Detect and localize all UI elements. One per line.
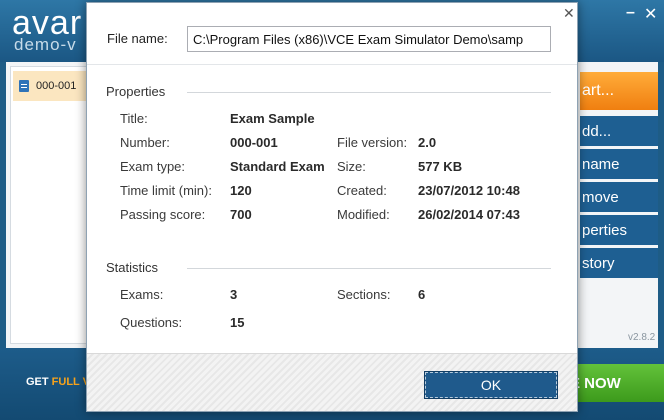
title-value: Exam Sample <box>230 111 315 126</box>
questions-label: Questions: <box>120 315 183 330</box>
version-label: v2.8.2 <box>628 332 656 343</box>
promo-text[interactable]: GET FULL V <box>26 376 90 388</box>
title-label: Title: <box>120 111 148 126</box>
window-close-icon[interactable]: ✕ <box>644 4 657 24</box>
ok-button[interactable]: OK <box>424 371 558 399</box>
minimize-icon[interactable]: – <box>626 4 635 22</box>
questions-value: 15 <box>230 315 245 330</box>
add-button[interactable]: dd... <box>580 116 658 146</box>
created-value: 23/07/2012 10:48 <box>418 183 520 198</box>
exam-type-value: Standard Exam <box>230 159 325 174</box>
modified-label: Modified: <box>337 207 390 222</box>
promo-prefix: GET <box>26 376 52 388</box>
sections-value: 6 <box>418 287 426 302</box>
remove-button[interactable]: move <box>580 182 658 212</box>
history-button[interactable]: story <box>580 248 658 278</box>
time-limit-label: Time limit (min): <box>120 183 212 198</box>
dialog-footer: OK <box>87 353 577 411</box>
time-limit-value: 120 <box>230 183 252 198</box>
promo-highlight: FULL V <box>51 376 90 388</box>
passing-score-label: Passing score: <box>120 207 206 222</box>
app-logo: avar demo-v <box>12 6 82 53</box>
file-version-label: File version: <box>337 135 408 150</box>
size-label: Size: <box>337 159 366 174</box>
file-name-label: File name: <box>107 31 168 46</box>
list-item[interactable]: 000-001 <box>13 71 93 101</box>
statistics-divider <box>187 268 551 269</box>
number-label: Number: <box>120 135 170 150</box>
file-version-value: 2.0 <box>418 135 437 150</box>
exam-list[interactable]: 000-001 <box>10 66 96 344</box>
properties-section-title: Properties <box>106 84 166 99</box>
exams-value: 3 <box>230 287 238 302</box>
file-name-row: File name: <box>87 3 577 65</box>
exams-label: Exams: <box>120 287 164 302</box>
modified-value: 26/02/2014 07:43 <box>418 207 520 222</box>
passing-score-value: 700 <box>230 207 252 222</box>
sections-label: Sections: <box>337 287 391 302</box>
exam-type-label: Exam type: <box>120 159 186 174</box>
file-name-input[interactable] <box>187 26 551 52</box>
properties-divider <box>187 92 551 93</box>
file-icon <box>19 80 29 92</box>
properties-dialog: ✕ File name: Properties Title: Exam Samp… <box>86 2 578 412</box>
properties-button[interactable]: perties <box>580 215 658 245</box>
size-value: 577 KB <box>418 159 463 174</box>
created-label: Created: <box>337 183 387 198</box>
rename-button[interactable]: name <box>580 149 658 179</box>
start-button[interactable]: art... <box>580 72 658 110</box>
logo-subtext: demo-v <box>14 35 77 54</box>
statistics-section-title: Statistics <box>106 260 159 275</box>
exam-item-label: 000-001 <box>36 80 77 92</box>
number-value: 000-001 <box>230 135 278 150</box>
